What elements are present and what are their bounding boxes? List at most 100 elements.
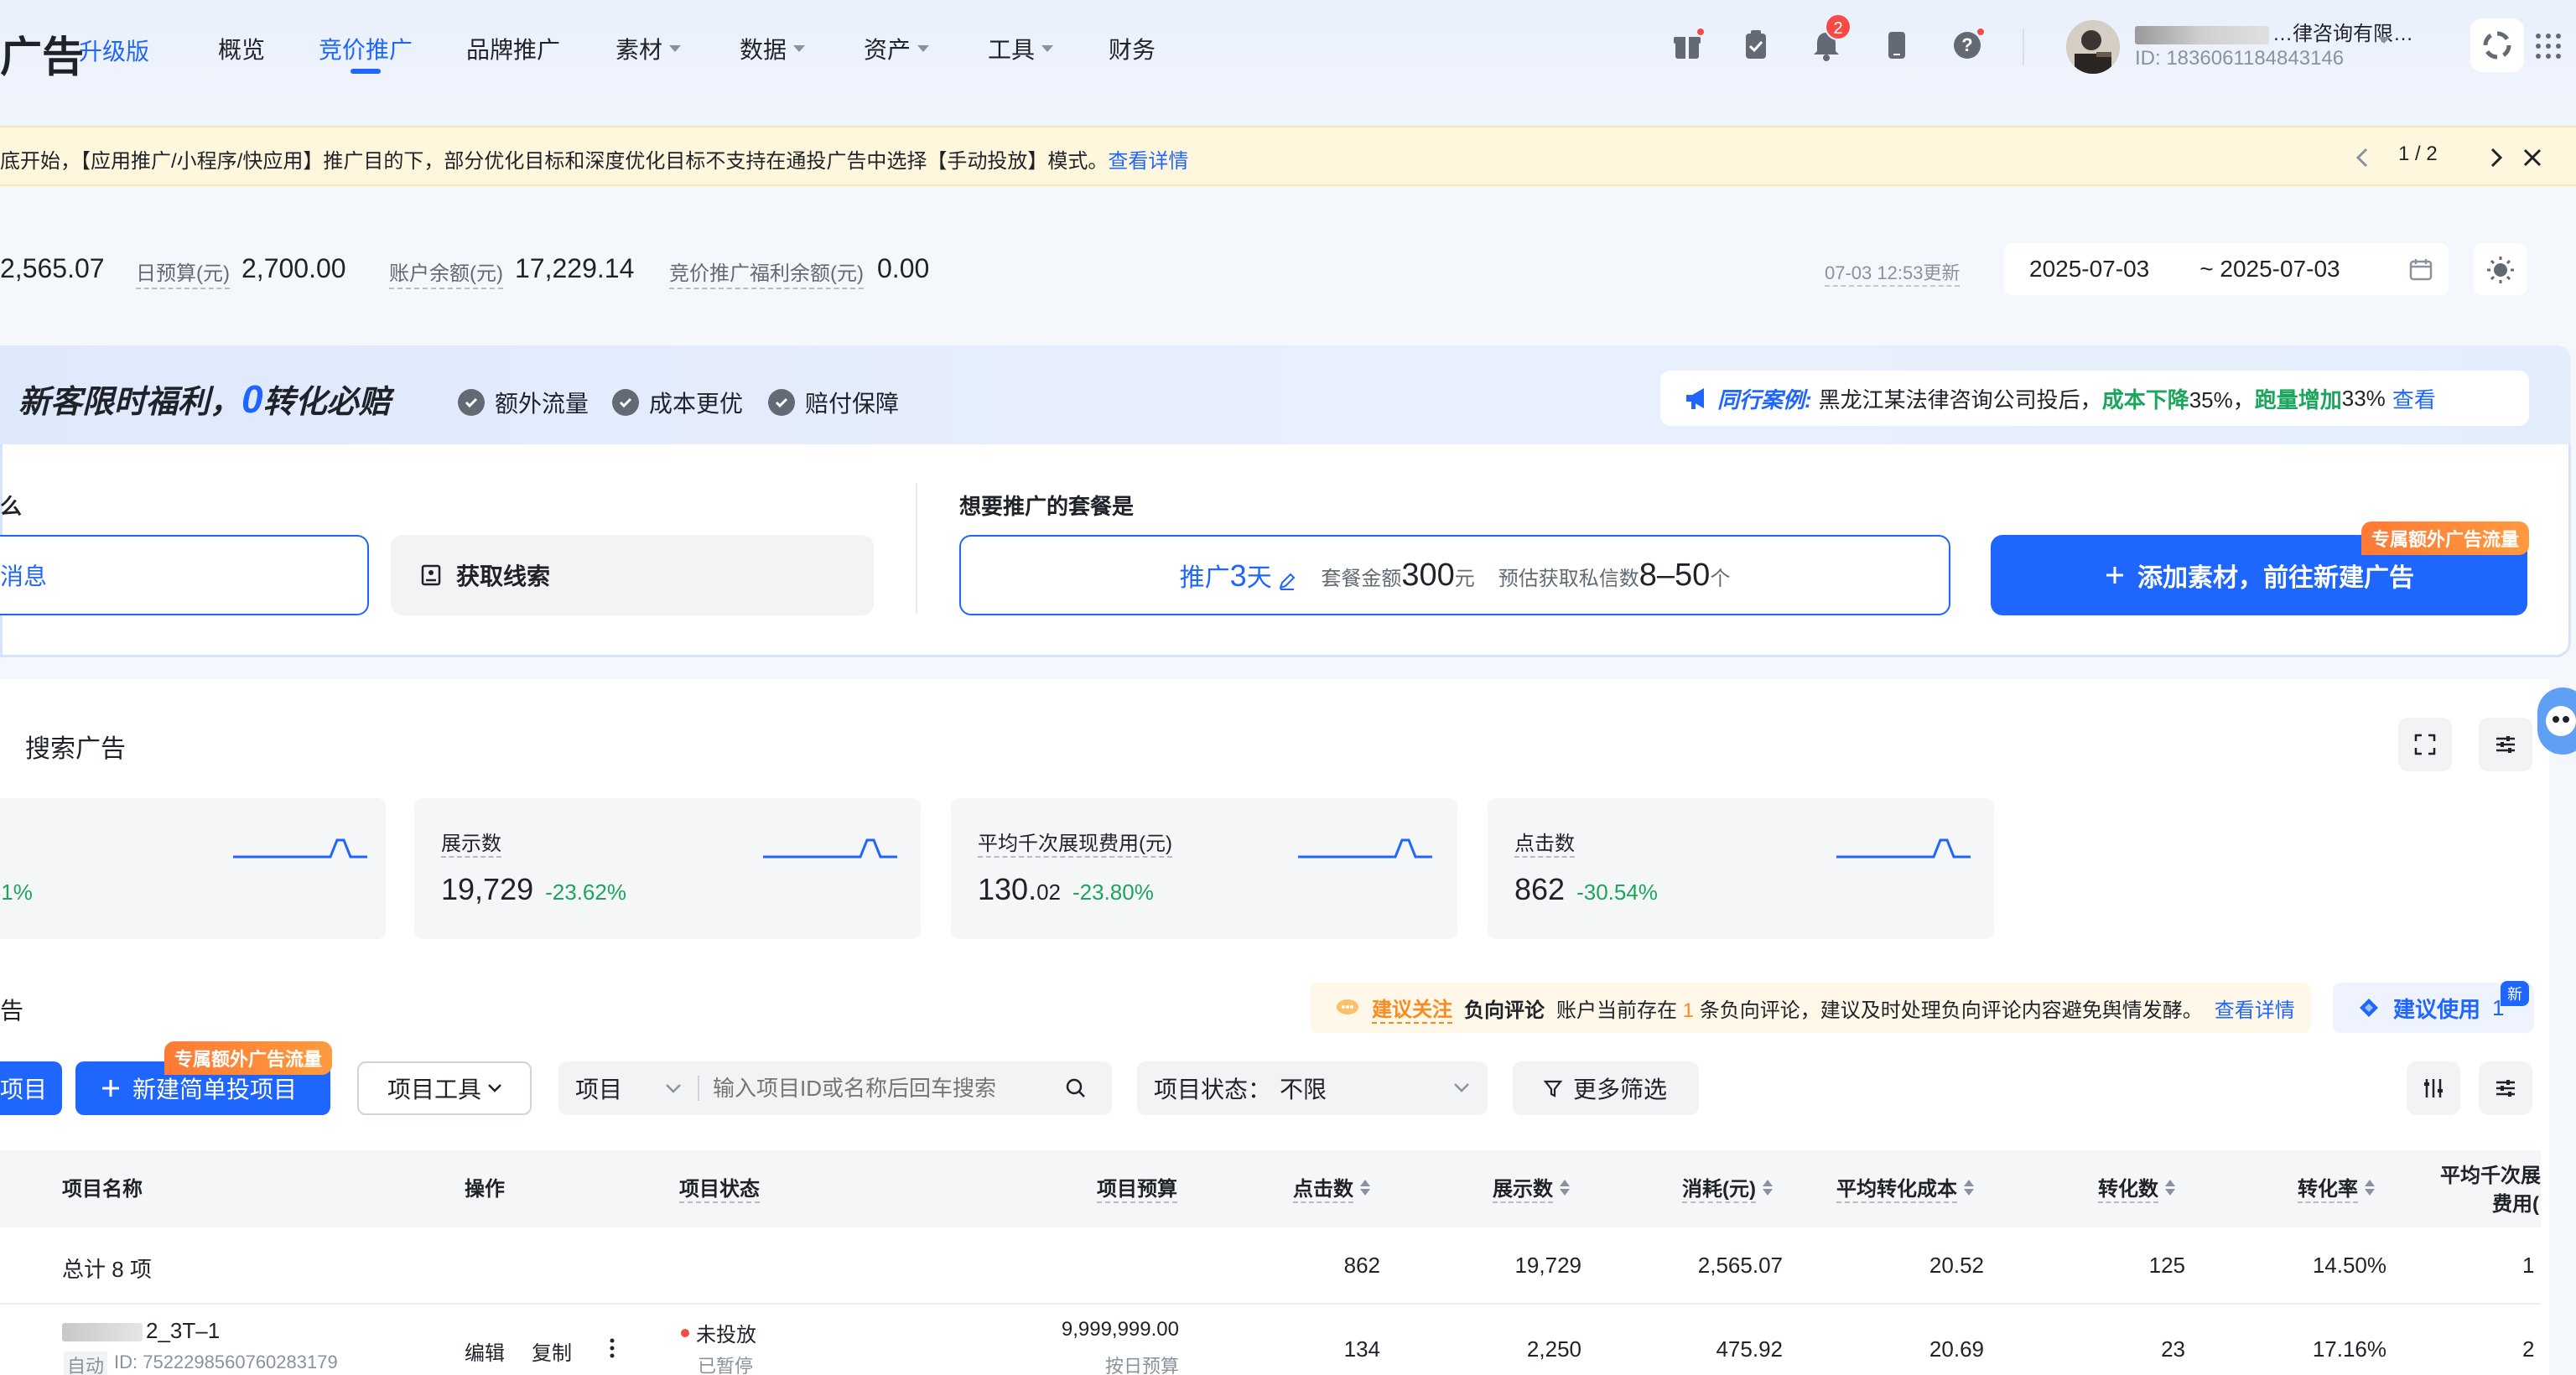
- assistant-mascot-icon[interactable]: [2537, 688, 2576, 755]
- nav-item-assets[interactable]: 资产: [864, 32, 930, 65]
- peer-case-banner: 同行案例: 黑龙江某法律咨询公司投后， 成本下降 35%， 跑量增加 33% 查…: [1660, 371, 2529, 426]
- balance-label: 账户余额(元): [389, 257, 503, 289]
- more-filters-button[interactable]: 更多筛选: [1513, 1061, 1699, 1115]
- nav-item-brand[interactable]: 品牌推广: [466, 32, 560, 65]
- col-avg-cost[interactable]: 平均转化成本: [1836, 1172, 1974, 1203]
- app-switch-button[interactable]: [2470, 18, 2524, 72]
- more-options-icon[interactable]: [607, 1336, 617, 1360]
- metric-card-cpm[interactable]: 平均千次展现费用(元) 130.02 -23.80%: [951, 798, 1457, 939]
- check-icon: [458, 389, 485, 416]
- row-rate: 17.16%: [2312, 1336, 2386, 1362]
- metric-card-impressions[interactable]: 展示数 19,729 -23.62%: [414, 798, 921, 939]
- avatar[interactable]: [2066, 20, 2120, 74]
- theme-toggle-button[interactable]: [2474, 243, 2527, 295]
- mobile-phone-icon[interactable]: [1880, 29, 1914, 62]
- nav-item-materials[interactable]: 素材: [615, 32, 682, 65]
- sort-icon[interactable]: [2365, 1180, 2375, 1196]
- table-settings-button[interactable]: [2479, 1061, 2532, 1115]
- project-status-sub: 已暂停: [698, 1356, 754, 1375]
- chevron-right-icon[interactable]: [2485, 146, 2506, 169]
- search-icon[interactable]: [1065, 1077, 1087, 1099]
- project-tools-dropdown[interactable]: 项目工具: [357, 1061, 532, 1115]
- clipboard-check-icon[interactable]: [1739, 29, 1773, 62]
- row-avg-cost: 20.69: [1929, 1336, 1984, 1362]
- suggestion-detail-link[interactable]: 查看详情: [2215, 994, 2295, 1023]
- total-avg-cost: 20.52: [1929, 1253, 1984, 1278]
- col-clicks[interactable]: 点击数: [1293, 1172, 1370, 1203]
- nav-item-overview[interactable]: 概览: [218, 32, 265, 65]
- megaphone-icon: [1684, 386, 1711, 411]
- col-actions: 操作: [465, 1178, 505, 1201]
- search-field-select[interactable]: 项目: [558, 1071, 684, 1105]
- sort-icon[interactable]: [2165, 1180, 2175, 1196]
- edit-link[interactable]: 编辑: [465, 1336, 505, 1366]
- settings-sliders-button[interactable]: [2479, 718, 2532, 771]
- plus-icon: [101, 1078, 121, 1098]
- peer-case-text: 黑龙江某法律咨询公司投后，: [1818, 387, 2102, 412]
- lead-form-icon: [421, 564, 441, 586]
- gift-icon[interactable]: [1670, 27, 1706, 62]
- project-name[interactable]: 2_3T–1: [62, 1318, 220, 1344]
- chevron-left-icon[interactable]: [2353, 146, 2373, 169]
- goal-option-leads[interactable]: 获取线索: [391, 535, 874, 615]
- fullscreen-button[interactable]: [2398, 718, 2452, 771]
- panel-title: 搜索广告: [25, 735, 126, 763]
- project-budget[interactable]: 9,999,999.00: [989, 1318, 1179, 1341]
- project-status-filter[interactable]: 项目状态： 不限: [1137, 1061, 1488, 1115]
- upgrade-version-link[interactable]: 升级版: [79, 34, 149, 67]
- column-settings-button[interactable]: [2407, 1061, 2460, 1115]
- cta-badge: 专属额外广告流量: [2361, 521, 2530, 555]
- goal-option-message[interactable]: 消息: [0, 535, 369, 615]
- row-conversions: 23: [2161, 1336, 2185, 1362]
- chevron-down-icon: [669, 45, 682, 52]
- copy-link[interactable]: 复制: [532, 1336, 572, 1366]
- sort-icon[interactable]: [1560, 1180, 1570, 1196]
- close-icon[interactable]: [2521, 146, 2544, 169]
- package-selector[interactable]: 推广3天 套餐金额300元 预估获取私信数8–50个: [959, 535, 1950, 615]
- nav-item-bidding[interactable]: 竞价推广: [319, 32, 413, 65]
- sort-icon[interactable]: [1964, 1180, 1974, 1196]
- status-dot: [681, 1328, 689, 1337]
- filter-icon: [1543, 1078, 1563, 1098]
- daily-budget-value[interactable]: 2,700.00: [242, 253, 346, 284]
- new-badge: 新: [2501, 981, 2529, 1006]
- nav-item-finance[interactable]: 财务: [1109, 32, 1156, 65]
- sort-icon[interactable]: [1762, 1180, 1773, 1196]
- notice-link[interactable]: 查看详情: [1108, 150, 1188, 173]
- notice-text: 底开始，【应用推广/小程序/快应用】推广目的下，部分优化目标和深度优化目标不支持…: [0, 150, 1189, 173]
- project-search-group: 项目: [558, 1061, 1112, 1115]
- suggestion-recommend-label: 建议使用: [2393, 996, 2481, 1022]
- peer-case-cost-value: 35%，: [2189, 387, 2255, 412]
- calendar-icon: [2408, 257, 2433, 282]
- project-tag: 自动: [64, 1352, 108, 1375]
- welfare-label: 竞价推广福利余额(元): [669, 257, 864, 289]
- edit-icon[interactable]: [1277, 571, 1297, 591]
- peer-case-link[interactable]: 查看: [2392, 383, 2436, 414]
- col-conversions[interactable]: 转化数: [2098, 1172, 2175, 1203]
- chevron-down-icon[interactable]: [2378, 37, 2390, 44]
- account-name[interactable]: …律咨询有限…: [2135, 17, 2413, 46]
- total-spend: 2,565.07: [1697, 1253, 1783, 1278]
- grid-menu-icon[interactable]: [2534, 32, 2563, 60]
- col-conversion-rate[interactable]: 转化率: [2298, 1172, 2375, 1203]
- package-days[interactable]: 推广3天: [1180, 557, 1298, 594]
- nav-item-data[interactable]: 数据: [740, 32, 806, 65]
- top-navigation: 广告 升级版 概览 竞价推广 品牌推广 素材 数据 资产 工具 财务 2 ? ……: [0, 0, 2576, 126]
- help-icon[interactable]: ?: [1950, 27, 1986, 62]
- promo-benefit-2: 成本更优: [612, 386, 743, 419]
- col-impressions[interactable]: 展示数: [1493, 1172, 1570, 1203]
- project-search-input[interactable]: [713, 1075, 1065, 1102]
- col-spend[interactable]: 消耗(元): [1682, 1172, 1773, 1203]
- create-project-button[interactable]: 项目: [0, 1061, 62, 1115]
- date-range-picker[interactable]: 2025-07-03 ~ 2025-07-03: [2004, 243, 2449, 295]
- nav-item-tools[interactable]: 工具: [988, 32, 1054, 65]
- row-spend: 475.92: [1716, 1336, 1783, 1362]
- metric-card-clicks[interactable]: 点击数 862 -30.54%: [1488, 798, 1994, 939]
- date-start: 2025-07-03: [2029, 256, 2150, 282]
- sort-icon[interactable]: [1360, 1180, 1370, 1196]
- metric-card-spend[interactable]: 07-41.81%: [0, 798, 386, 939]
- col-status: 项目状态: [679, 1172, 760, 1203]
- peer-case-label: 同行案例:: [1717, 387, 1812, 412]
- peer-case-volume-value: 33%: [2341, 385, 2386, 411]
- total-rate: 14.50%: [2312, 1253, 2386, 1278]
